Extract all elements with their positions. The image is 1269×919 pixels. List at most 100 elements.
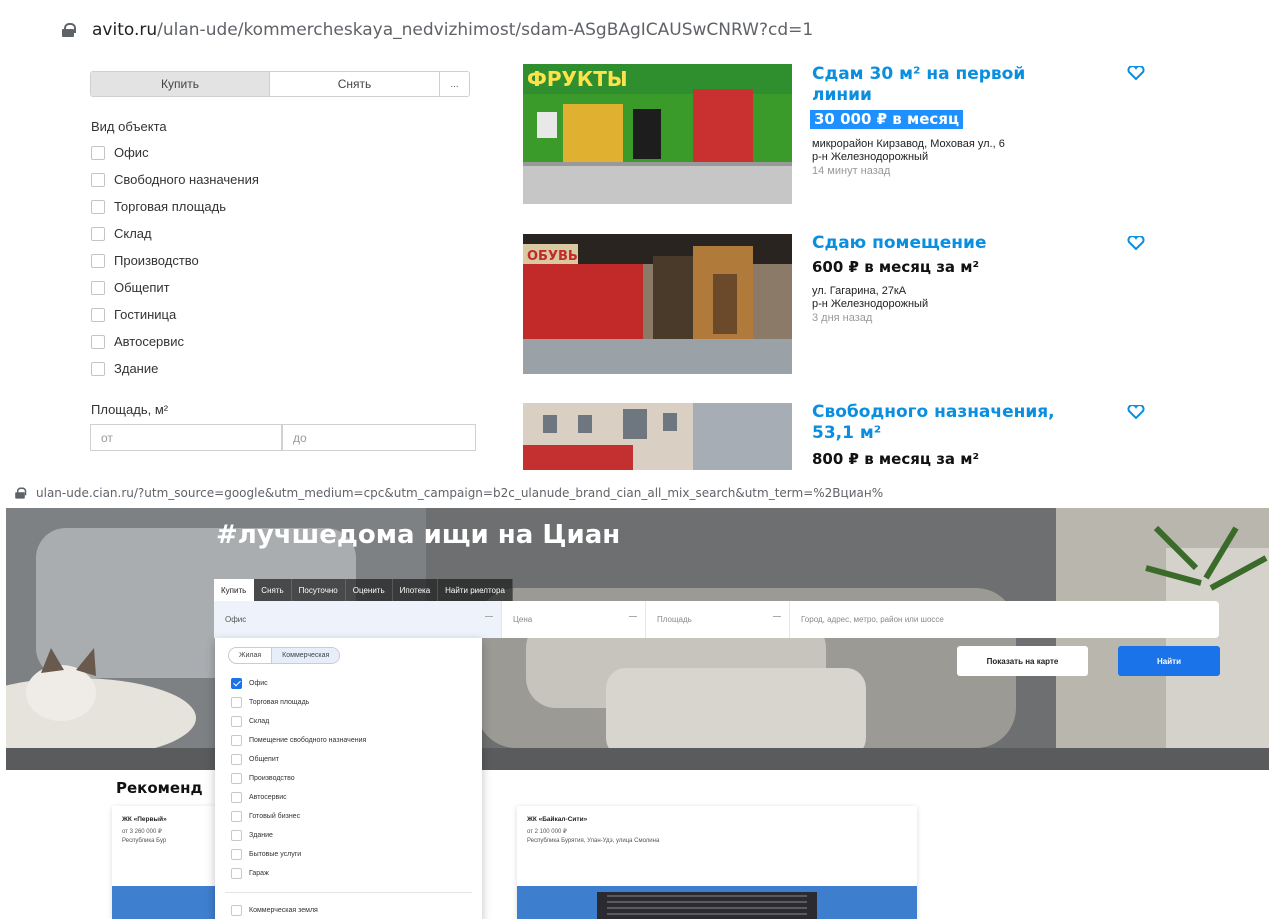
area-placeholder: Площадь	[657, 615, 692, 624]
property-type-select[interactable]: Офис	[214, 601, 502, 638]
lock-icon	[15, 487, 27, 499]
tab-buy[interactable]: Купить	[91, 72, 269, 96]
checkbox-label: Свободного назначения	[114, 172, 259, 187]
checkbox-warehouse[interactable]: Склад	[91, 226, 152, 241]
cian-address-bar[interactable]: ulan-ude.cian.ru/?utm_source=google&utm_…	[14, 486, 883, 500]
tab-rent[interactable]: Снять	[254, 579, 292, 601]
listing-2-title[interactable]: Сдаю помещение	[812, 233, 986, 254]
chevron-down-icon	[485, 616, 493, 617]
search-bar: Офис Цена Площадь Город, адрес, метро, р…	[214, 601, 1219, 638]
option-household-services[interactable]: Бытовые услуги	[231, 849, 301, 860]
option-warehouse[interactable]: Склад	[231, 716, 269, 727]
checkbox-box[interactable]	[231, 811, 242, 822]
checkbox-catering[interactable]: Общепит	[91, 280, 170, 295]
lock-icon	[62, 23, 76, 37]
complex-card-2[interactable]: ЖК «Байкал-Сити» от 2 100 000 ₽ Республи…	[517, 806, 917, 919]
listing-2-address: ул. Гагарина, 27кА	[812, 285, 907, 297]
option-building[interactable]: Здание	[231, 830, 273, 841]
avito-screenshot: avito.ru/ulan-ude/kommercheskaya_nedvizh…	[0, 0, 1269, 470]
checkbox-box[interactable]	[231, 754, 242, 765]
complex-address: Республика Бур	[122, 838, 167, 844]
location-placeholder: Город, адрес, метро, район или шоссе	[801, 615, 944, 624]
area-from-input[interactable]: от	[90, 424, 282, 451]
location-input[interactable]: Город, адрес, метро, район или шоссе	[790, 601, 1219, 638]
option-ready-business[interactable]: Готовый бизнес	[231, 811, 300, 822]
toggle-commercial[interactable]: Коммерческая	[271, 648, 340, 663]
option-label: Производство	[249, 775, 295, 782]
checkbox-office[interactable]: Офис	[91, 145, 149, 160]
hero-background-image	[6, 508, 1269, 770]
checkbox-box[interactable]	[91, 334, 105, 349]
checkbox-box[interactable]	[91, 226, 105, 241]
checkbox-building[interactable]: Здание	[91, 361, 158, 376]
favorite-heart-icon[interactable]	[1127, 66, 1145, 80]
more-button[interactable]: ...	[439, 72, 469, 96]
checkbox-box[interactable]	[91, 307, 105, 322]
option-garage[interactable]: Гараж	[231, 868, 269, 879]
price-input[interactable]: Цена	[502, 601, 646, 638]
tab-valuation[interactable]: Оценить	[345, 579, 393, 601]
listing-1-date: 14 минут назад	[812, 165, 891, 177]
checkbox-hotel[interactable]: Гостиница	[91, 307, 176, 322]
checkbox-box[interactable]	[231, 697, 242, 708]
checkbox-box[interactable]	[231, 905, 242, 916]
checkbox-retail[interactable]: Торговая площадь	[91, 199, 226, 214]
checkbox-box[interactable]	[231, 773, 242, 784]
tab-buy[interactable]: Купить	[214, 579, 255, 601]
complex-name: ЖК «Первый»	[122, 816, 167, 823]
listing-2-photo[interactable]: ОБУВЬ	[523, 234, 792, 374]
option-label: Общепит	[249, 756, 279, 763]
avito-url-host: avito.ru	[92, 20, 158, 40]
tab-daily[interactable]: Посуточно	[291, 579, 346, 601]
toggle-residential[interactable]: Жилая	[229, 648, 271, 663]
complex-card-1[interactable]: ЖК «Первый» от 3 260 000 ₽ Республика Бу…	[112, 806, 217, 919]
option-retail[interactable]: Торговая площадь	[231, 697, 309, 708]
avito-address-bar[interactable]: avito.ru/ulan-ude/kommercheskaya_nedvizh…	[62, 20, 813, 40]
option-commercial-land[interactable]: Коммерческая земля	[231, 905, 318, 916]
checkbox-box[interactable]	[231, 792, 242, 803]
listing-3-title[interactable]: Свободного назначения, 53,1 м²	[812, 402, 1055, 444]
listing-3-photo[interactable]	[523, 403, 792, 470]
price-placeholder: Цена	[513, 615, 533, 624]
checkbox-box[interactable]	[91, 172, 105, 187]
checkbox-production[interactable]: Производство	[91, 253, 199, 268]
dropdown-divider	[225, 892, 472, 893]
option-car-service[interactable]: Автосервис	[231, 792, 287, 803]
option-free-purpose[interactable]: Помещение свободного назначения	[231, 735, 366, 746]
checkbox-box[interactable]	[231, 830, 242, 841]
area-to-input[interactable]: до	[282, 424, 476, 451]
tab-find-realtor[interactable]: Найти риелтора	[438, 579, 513, 601]
tab-rent[interactable]: Снять	[269, 72, 439, 96]
checkbox-box[interactable]	[231, 868, 242, 879]
listing-3-price: 800 ₽ в месяц за м²	[812, 450, 980, 468]
option-production[interactable]: Производство	[231, 773, 295, 784]
checkbox-box[interactable]	[231, 735, 242, 746]
shop-sign-text: ОБУВЬ	[527, 249, 578, 264]
checkbox-box[interactable]	[91, 199, 105, 214]
listing-3-title-line1: Свободного назначения,	[812, 402, 1055, 422]
option-label: Гараж	[249, 870, 269, 877]
listing-1-photo[interactable]: ФРУКТЫ	[523, 64, 792, 204]
checkbox-box[interactable]	[91, 253, 105, 268]
show-on-map-button[interactable]: Показать на карте	[957, 646, 1088, 676]
option-catering[interactable]: Общепит	[231, 754, 279, 765]
checkbox-box[interactable]	[231, 849, 242, 860]
favorite-heart-icon[interactable]	[1127, 405, 1145, 419]
checkbox-box[interactable]	[231, 716, 242, 727]
tab-mortgage[interactable]: Ипотека	[392, 579, 439, 601]
area-input[interactable]: Площадь	[646, 601, 790, 638]
option-office[interactable]: Офис	[231, 678, 268, 689]
checkbox-box[interactable]	[91, 145, 105, 160]
find-button[interactable]: Найти	[1118, 646, 1220, 676]
checkbox-box[interactable]	[91, 361, 105, 376]
listing-1-title[interactable]: Сдам 30 м² на первой линии	[812, 64, 1025, 106]
checkbox-free-purpose[interactable]: Свободного назначения	[91, 172, 259, 187]
favorite-heart-icon[interactable]	[1127, 236, 1145, 250]
checkbox-box[interactable]	[91, 280, 105, 295]
checkbox-car-service[interactable]: Автосервис	[91, 334, 184, 349]
checkbox-checked[interactable]	[231, 678, 242, 689]
deal-type-switch: Купить Снять ...	[90, 71, 470, 97]
checkbox-label: Автосервис	[114, 334, 184, 349]
listing-1-address: микрорайон Кирзавод, Моховая ул., 6	[812, 138, 1005, 150]
hero-title: #лучшедома ищи на Циан	[216, 520, 621, 550]
